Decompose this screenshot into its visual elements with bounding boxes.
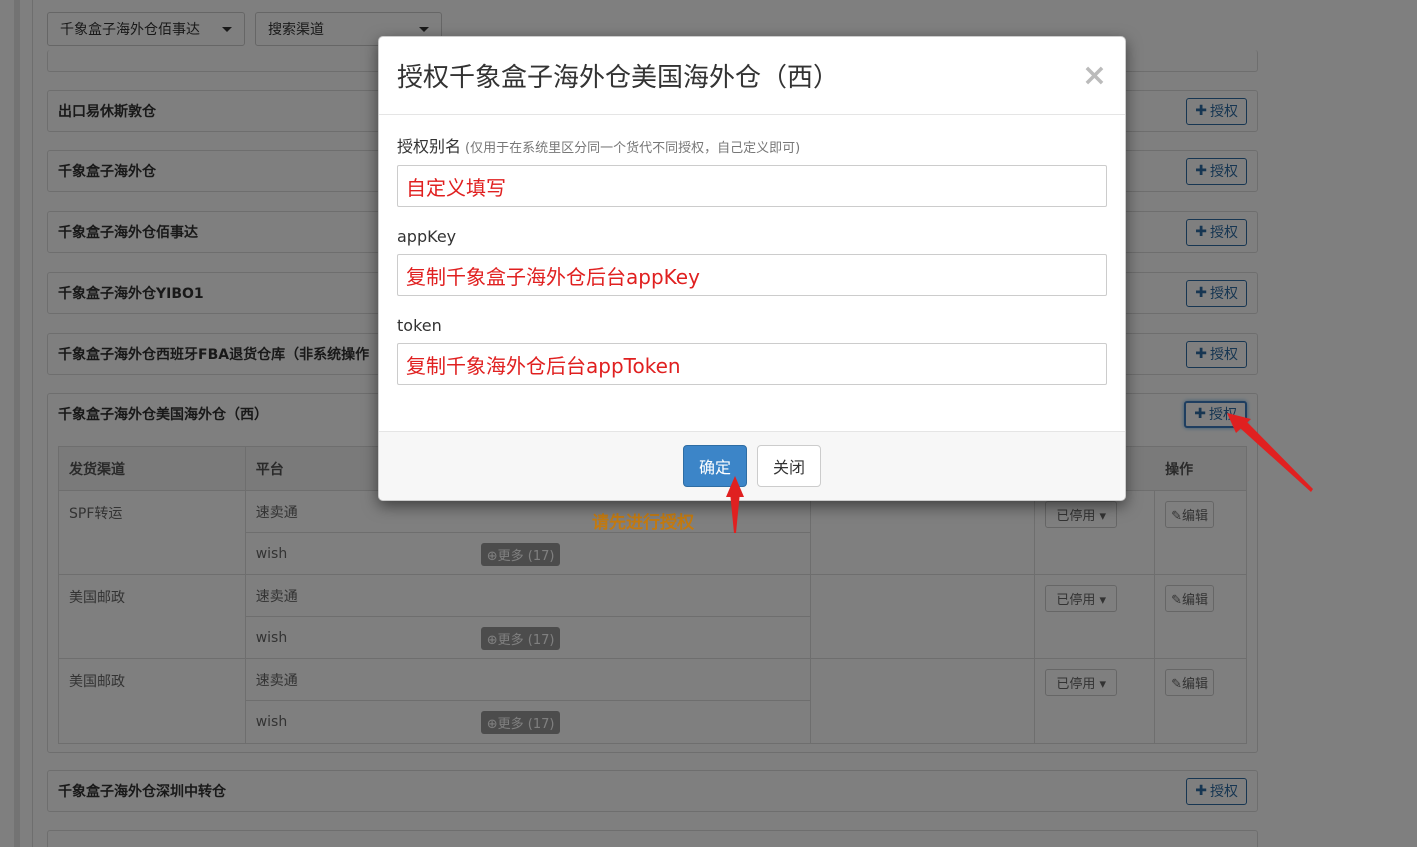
authorize-modal: 授权千象盒子海外仓美国海外仓（西） × 授权别名 (仅用于在系统里区分同一个货代不… — [378, 36, 1126, 501]
alias-input-value: 自定义填写 — [406, 175, 506, 200]
alias-label-row: 授权别名 (仅用于在系统里区分同一个货代不同授权，自己定义即可) — [397, 133, 1107, 157]
token-input-value: 复制千象海外仓后台appToken — [406, 353, 681, 378]
alias-hint: (仅用于在系统里区分同一个货代不同授权，自己定义即可) — [465, 141, 801, 156]
close-icon[interactable]: × — [1082, 60, 1107, 91]
appkey-input-value: 复制千象盒子海外仓后台appKey — [406, 264, 700, 289]
modal-header: 授权千象盒子海外仓美国海外仓（西） × — [379, 37, 1125, 115]
confirm-button[interactable]: 确定 — [682, 445, 747, 487]
token-label: token — [397, 316, 442, 335]
appkey-label: appKey — [397, 227, 457, 246]
close-button[interactable]: 关闭 — [757, 445, 822, 487]
modal-title: 授权千象盒子海外仓美国海外仓（西） — [397, 63, 840, 93]
authorize-hint: 请先进行授权 — [592, 513, 694, 533]
token-input[interactable]: 复制千象海外仓后台appToken — [397, 343, 1107, 385]
alias-label: 授权别名 — [397, 137, 462, 156]
alias-input[interactable]: 自定义填写 — [397, 165, 1107, 207]
modal-body: 授权别名 (仅用于在系统里区分同一个货代不同授权，自己定义即可) 自定义填写 ap… — [379, 115, 1125, 385]
modal-footer: 确定 关闭 — [379, 431, 1125, 500]
appkey-input[interactable]: 复制千象盒子海外仓后台appKey — [397, 254, 1107, 296]
